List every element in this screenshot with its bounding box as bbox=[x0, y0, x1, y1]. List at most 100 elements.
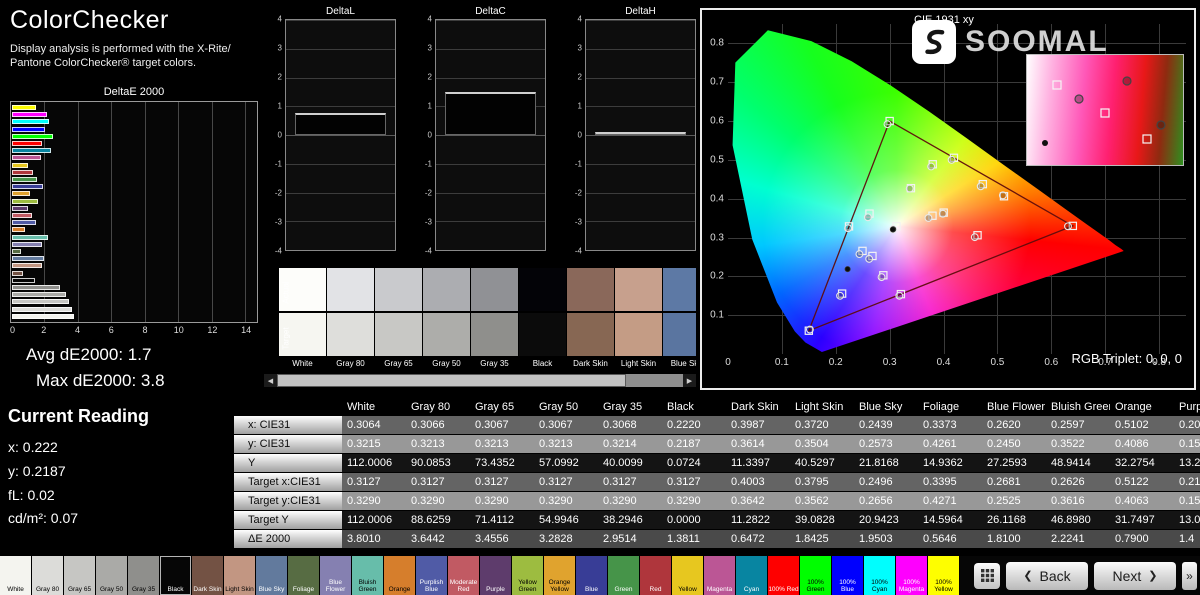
mini-y-tick: 2 bbox=[277, 72, 282, 82]
toolbar-swatch-label: Gray 65 bbox=[67, 586, 92, 594]
scroll-left-icon[interactable]: ◀ bbox=[264, 374, 277, 387]
mini-y-tick: -2 bbox=[274, 188, 282, 198]
back-button[interactable]: ❮ Back bbox=[1006, 561, 1088, 590]
toolbar-swatch-foliage[interactable]: Foliage bbox=[288, 556, 320, 595]
toolbar-swatch-label: Cyan bbox=[743, 586, 760, 594]
cie-y-tick: 0.6 bbox=[710, 115, 724, 127]
scrollbar-thumb[interactable] bbox=[277, 374, 627, 387]
deltae-bar-100-green bbox=[12, 133, 54, 139]
table-cell: 0.2187 bbox=[662, 435, 726, 454]
table-row-x-cie31: x: CIE31 0.3064 0.3066 0.3067 0.3067 0.3068 0.… bbox=[234, 416, 1200, 435]
table-cell: 0.2118 bbox=[1174, 473, 1200, 492]
col-header-blue-flower: Blue Flower bbox=[982, 399, 1046, 416]
toolbar-swatch-cyan[interactable]: Cyan bbox=[736, 556, 768, 595]
deltae-bar-blue bbox=[12, 184, 44, 190]
mini-y-tick: 0 bbox=[277, 130, 282, 140]
mini-y-tick: 4 bbox=[277, 14, 282, 24]
toolbar-swatch-label: Yellow bbox=[678, 586, 697, 594]
toolbar-swatch-yellow-green[interactable]: Yellow Green bbox=[512, 556, 544, 595]
table-cell: 2.9514 bbox=[598, 530, 662, 549]
toolbar-swatch-dark-skin[interactable]: Dark Skin bbox=[192, 556, 224, 595]
table-cell: 0.4271 bbox=[918, 492, 982, 511]
actual-row-label: Actual bbox=[281, 281, 291, 304]
deltae-bar-yellow-green bbox=[12, 198, 38, 204]
table-cell: 0.5102 bbox=[1110, 416, 1174, 435]
table-cell: 0.3290 bbox=[598, 492, 662, 511]
toolbar-swatch-green[interactable]: Green bbox=[608, 556, 640, 595]
toolbar-swatch-white[interactable]: White bbox=[0, 556, 32, 595]
table-cell: 14.5964 bbox=[918, 511, 982, 530]
mini-gridline bbox=[436, 135, 545, 136]
toolbar-swatch-gray-65[interactable]: Gray 65 bbox=[64, 556, 96, 595]
toolbar-swatch-100-cyan[interactable]: 100% Cyan bbox=[864, 556, 896, 595]
measured-marker-circle bbox=[998, 191, 1007, 200]
back-button-label: Back bbox=[1039, 567, 1071, 584]
mini-y-labels: 4 3 2 1 0 -1 -2 -3 -4 bbox=[268, 15, 283, 256]
mini-gridline bbox=[436, 48, 545, 50]
toolbar-swatch-100-yellow[interactable]: 100% Yellow bbox=[928, 556, 960, 595]
toolbar-swatch-yellow[interactable]: Yellow bbox=[672, 556, 704, 595]
toolbar-swatch-red[interactable]: Red bbox=[640, 556, 672, 595]
toolbar-swatch-gray-35[interactable]: Gray 35 bbox=[128, 556, 160, 595]
mini-gridline bbox=[586, 192, 695, 194]
grid-icon-button[interactable] bbox=[974, 562, 1000, 589]
measured-marker-circle bbox=[970, 233, 979, 242]
table-cell: 0.5122 bbox=[1110, 473, 1174, 492]
toolbar-swatch-gray-80[interactable]: Gray 80 bbox=[32, 556, 64, 595]
mini-chart-title: DeltaH bbox=[625, 6, 656, 17]
toolbar-swatch-purple[interactable]: Purple bbox=[480, 556, 512, 595]
patch-label: Gray 80 bbox=[336, 359, 365, 368]
toolbar-swatch-label: Black bbox=[167, 586, 184, 594]
table-cell: 0.3213 bbox=[534, 435, 598, 454]
toolbar-swatch-magenta[interactable]: Magenta bbox=[704, 556, 736, 595]
toolbar-swatch-blue-sky[interactable]: Blue Sky bbox=[256, 556, 288, 595]
toolbar-swatch-label: Magenta bbox=[706, 586, 733, 594]
toolbar-swatch-orange-yellow[interactable]: Orange Yellow bbox=[544, 556, 576, 595]
mini-gridline bbox=[586, 250, 695, 251]
toolbar-swatch-gray-50[interactable]: Gray 50 bbox=[96, 556, 128, 595]
toolbar-swatch-light-skin[interactable]: Light Skin bbox=[224, 556, 256, 595]
measured-marker-circle bbox=[855, 250, 864, 259]
table-cell: 0.3290 bbox=[342, 492, 406, 511]
toolbar-swatch-100-magenta[interactable]: 100% Magenta bbox=[896, 556, 928, 595]
col-header-orange: Orange bbox=[1110, 399, 1174, 416]
toolbar-swatch-bluish-green[interactable]: Bluish Green bbox=[352, 556, 384, 595]
table-cell: 0.2620 bbox=[982, 416, 1046, 435]
mini-chart-deltac: DeltaC 4 3 2 1 0 -1 -2 -3 -4 bbox=[418, 6, 546, 256]
mini-y-tick: 2 bbox=[577, 72, 582, 82]
table-row-target-x-cie31: Target x:CIE31 0.3127 0.3127 0.3127 0.3127 0.… bbox=[234, 473, 1200, 492]
patch-strip-scrollbar[interactable]: ◀ ▶ bbox=[264, 374, 696, 387]
deltae-x-tick: 4 bbox=[74, 325, 80, 335]
toolbar-swatch-orange[interactable]: Orange bbox=[384, 556, 416, 595]
table-cell: 0.3290 bbox=[662, 492, 726, 511]
mini-chart-deltah: DeltaH 4 3 2 1 0 -1 -2 -3 -4 bbox=[568, 6, 696, 256]
more-button[interactable]: » bbox=[1182, 561, 1197, 590]
next-button[interactable]: Next ❯ bbox=[1094, 561, 1176, 590]
scrollbar-track[interactable] bbox=[277, 374, 683, 387]
deltae-bar-gray-65 bbox=[12, 299, 69, 305]
toolbar-swatch-moderate-red[interactable]: Moderate Red bbox=[448, 556, 480, 595]
toolbar-swatch-purplish-blue[interactable]: Purplish Blue bbox=[416, 556, 448, 595]
col-header-gray-50: Gray 50 bbox=[534, 399, 598, 416]
mini-y-tick: -4 bbox=[424, 246, 432, 256]
toolbar-swatch-100-red[interactable]: 100% Red bbox=[768, 556, 800, 595]
table-cell: 0.2220 bbox=[662, 416, 726, 435]
max-de2000: Max dE2000: 3.8 bbox=[36, 370, 165, 390]
measured-marker-circle bbox=[976, 182, 985, 191]
cie-y-tick: 0.4 bbox=[710, 193, 724, 205]
toolbar-swatch-100-blue[interactable]: 100% Blue bbox=[832, 556, 864, 595]
toolbar-swatch-100-green[interactable]: 100% Green bbox=[800, 556, 832, 595]
mini-chart-title: DeltaL bbox=[326, 6, 355, 17]
patch-column-gray-65: Gray 65 bbox=[375, 268, 422, 371]
toolbar-swatch-blue[interactable]: Blue bbox=[576, 556, 608, 595]
toolbar-swatch-blue-flower[interactable]: Blue Flower bbox=[320, 556, 352, 595]
mini-gridline bbox=[286, 20, 395, 21]
toolbar-swatch-black[interactable]: Black bbox=[160, 556, 192, 595]
row-label-y-cie31: y: CIE31 bbox=[234, 435, 342, 454]
table-cell: 90.0853 bbox=[406, 454, 470, 473]
scroll-right-icon[interactable]: ▶ bbox=[683, 374, 696, 387]
deltae-bar-purple bbox=[12, 205, 29, 211]
mini-gridline bbox=[286, 250, 395, 251]
table-cell: 46.8980 bbox=[1046, 511, 1110, 530]
de-summary: Avg dE2000: 1.7 Max dE2000: 3.8 bbox=[26, 342, 165, 393]
